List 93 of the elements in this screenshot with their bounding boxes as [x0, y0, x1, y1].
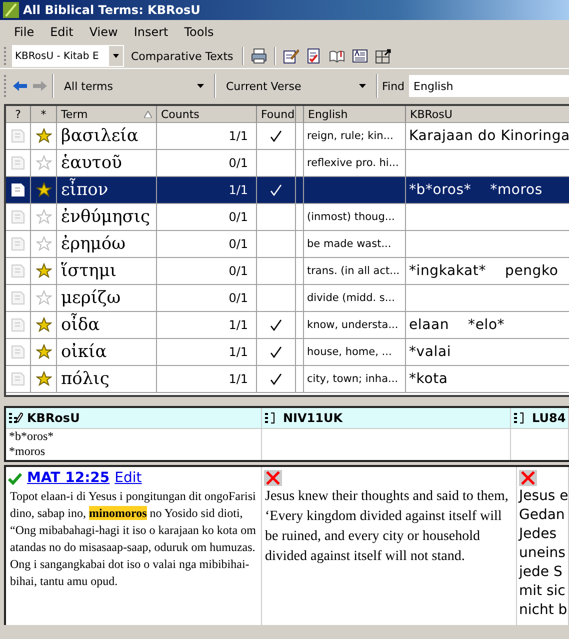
verse-text: Jesus knew their thoughts and said to them, ‘Every kingdom divided against itself will be ruined, and every city or household divided against itself will not stand. [265, 488, 510, 566]
app-icon [3, 2, 19, 18]
column-header[interactable]: English [304, 106, 406, 122]
text-column-header[interactable]: NIV11UK [262, 408, 511, 429]
term-cell: μερίζω [57, 285, 157, 311]
term-cell: εἶπον [57, 177, 157, 203]
menu-item[interactable]: File [6, 23, 42, 41]
gloss-cell: (inmost) thoug... [304, 204, 406, 230]
printer-icon[interactable] [251, 48, 268, 64]
table-row[interactable]: ἵστημι 0/1 trans. (in all act... *ingkakat* pengko [6, 258, 569, 285]
count-cell: 0/1 [157, 285, 257, 311]
checklist-icon[interactable] [306, 48, 322, 64]
term-cell: ἑαυτοῦ [57, 150, 157, 176]
filled-star-icon[interactable] [36, 182, 52, 198]
term-cell: ἐρημόω [57, 231, 157, 257]
menu-item[interactable]: View [81, 23, 126, 41]
sort-icon [144, 110, 152, 118]
table-row[interactable]: βασιλεία 1/1 reign, rule; kin... Karajaan do Kinoringa [6, 123, 569, 150]
find-field[interactable]: English [408, 75, 569, 97]
text-column-header[interactable]: LU84 [511, 408, 569, 429]
gloss-cell: city, town; inha... [304, 366, 406, 392]
count-cell: 0/1 [157, 204, 257, 230]
gloss-cell: know, understa... [304, 312, 406, 338]
menu-item[interactable]: Insert [126, 23, 176, 41]
count-cell: 0/1 [157, 150, 257, 176]
table-row[interactable]: οἶδα 1/1 know, understa... elaan *elo* [6, 312, 569, 339]
count-cell: 1/1 [157, 123, 257, 149]
table-row[interactable]: εἶπον 1/1 *b*oros* *moros [6, 177, 569, 204]
verse-reference-link[interactable]: MAT 12:25 [27, 470, 110, 486]
term-cell: πόλις [57, 366, 157, 392]
caret-icon [197, 84, 204, 88]
count-cell: 1/1 [157, 177, 257, 203]
count-cell: 1/1 [157, 366, 257, 392]
count-cell: 0/1 [157, 258, 257, 284]
column-header[interactable]: Term [57, 106, 157, 122]
column-header[interactable]: Found [257, 106, 296, 122]
edit-link[interactable]: Edit [114, 470, 142, 486]
rendering-cell: *ingkakat* pengko [406, 258, 569, 284]
empty-star-icon[interactable] [36, 155, 52, 171]
rendering-cell: Karajaan do Kinoringa [406, 123, 569, 149]
verse-text: Topot elaan-i di Yesus i pongitungan dit ongoFarisi dino, sabap ino, minomoros no Yosido sid dioti, “Ong mibabahagi-hagi it iso o karajaan ko kota om atandas no do misasaap-saap, oduruk om humuzas. Ong i sangangkabai dot iso o valai nga mibibihai-bihai, tantu amu opud. [10, 488, 257, 590]
find-label: Find [382, 80, 405, 92]
column-header[interactable]: * [31, 106, 57, 122]
table-row[interactable]: πόλις 1/1 city, town; inha... *kota [6, 366, 569, 393]
caret-icon [359, 84, 366, 88]
gloss-cell: house, home, ... [304, 339, 406, 365]
gloss-cell: trans. (in all act... [304, 258, 406, 284]
text-column-header[interactable]: KBRosU [6, 408, 262, 429]
empty-star-icon[interactable] [36, 209, 52, 225]
count-cell: 1/1 [157, 339, 257, 365]
term-cell: οἶδα [57, 312, 157, 338]
rendering-text: *b*oros* *moros [6, 429, 262, 460]
window-grid-icon[interactable] [375, 48, 392, 64]
menu-item[interactable]: Tools [176, 23, 222, 41]
term-cell: ἵστημι [57, 258, 157, 284]
table-row[interactable]: οἰκία 1/1 house, home, ... *valai [6, 339, 569, 366]
text-card-icon[interactable] [352, 48, 368, 64]
rendering-cell: *kota [406, 366, 569, 392]
back-arrow-icon[interactable] [12, 80, 28, 92]
table-row[interactable]: μερίζω 0/1 divide (midd. s... [6, 285, 569, 312]
gloss-cell: be made wast... [304, 231, 406, 257]
filled-star-icon[interactable] [36, 128, 52, 144]
table-row[interactable]: ἐρημόω 0/1 be made wast... [6, 231, 569, 258]
column-header[interactable]: KBRosU [406, 106, 569, 122]
table-row[interactable]: ἐνθύμησις 0/1 (inmost) thoug... [6, 204, 569, 231]
gloss-cell: divide (midd. s... [304, 285, 406, 311]
book-icon[interactable] [329, 48, 346, 64]
count-cell: 1/1 [157, 312, 257, 338]
term-cell: ἐνθύμησις [57, 204, 157, 230]
edit-list-icon [9, 412, 23, 424]
column-header[interactable]: ? [6, 106, 31, 122]
count-cell: 0/1 [157, 231, 257, 257]
menu-item[interactable]: Edit [42, 23, 82, 41]
filled-star-icon[interactable] [36, 317, 52, 333]
window-title: All Biblical Terms: KBRosU [23, 3, 200, 17]
project-dropdown[interactable]: KBRosU - Kitab E [12, 45, 124, 67]
rendering-cell: elaan *elo* [406, 312, 569, 338]
filled-star-icon[interactable] [36, 371, 52, 387]
caret-icon [112, 53, 120, 59]
rendering-cell: *valai [406, 339, 569, 365]
edit-document-icon[interactable] [283, 48, 300, 64]
empty-star-icon[interactable] [36, 290, 52, 306]
filled-star-icon[interactable] [36, 344, 52, 360]
empty-star-icon[interactable] [36, 236, 52, 252]
rendering-cell: *b*oros* *moros [406, 177, 569, 203]
comparative-texts-button[interactable]: Comparative Texts [127, 48, 238, 64]
gloss-cell: reflexive pro. hi... [304, 150, 406, 176]
column-header[interactable]: Counts [157, 106, 257, 122]
filled-star-icon[interactable] [36, 263, 52, 279]
term-cell: οἰκία [57, 339, 157, 365]
term-cell: βασιλεία [57, 123, 157, 149]
gloss-cell: reign, rule; kin... [304, 123, 406, 149]
verse-text: Jesus e Gedan Jedes uneins jede S mit sic nicht b [519, 487, 568, 620]
